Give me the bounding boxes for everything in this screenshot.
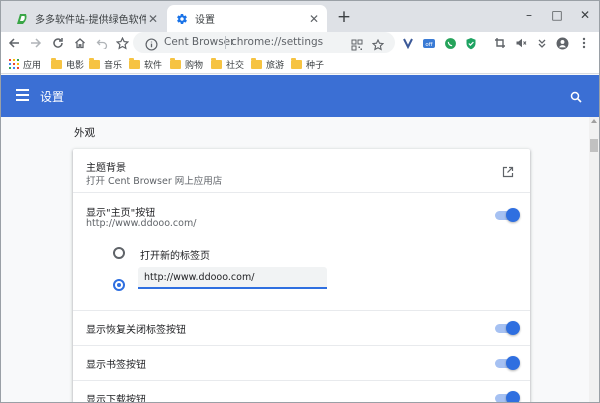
folder-icon — [251, 57, 262, 69]
toggle-knob — [506, 391, 520, 402]
bookmark-label: 旅游 — [266, 60, 285, 71]
toggle-knob — [506, 208, 520, 222]
bookmark-folder[interactable]: 电影 — [51, 57, 84, 71]
download-button-toggle[interactable] — [495, 391, 520, 402]
shield-check-icon[interactable] — [462, 34, 480, 52]
tab-ddooo[interactable]: 多多软件站-提供绿色软件和热门单机 ✕ — [9, 5, 166, 32]
tab-settings[interactable]: 设置 ✕ — [167, 5, 327, 32]
download-button-label: 显示下载按钮 — [86, 395, 146, 403]
radio-new-tab-label: 打开新的标签页 — [140, 251, 210, 262]
back-arrow-icon[interactable] — [5, 34, 23, 52]
more-menu-icon[interactable] — [575, 34, 593, 52]
open-external-icon[interactable] — [502, 163, 516, 178]
bookmark-label: 社交 — [226, 60, 245, 71]
folder-icon — [211, 57, 222, 69]
maximize-button[interactable]: □ — [543, 1, 571, 29]
chevron-down-icon[interactable] — [533, 34, 551, 52]
undo-close-icon[interactable] — [93, 34, 111, 52]
radio-new-tab[interactable] — [113, 247, 125, 259]
home-icon[interactable] — [71, 34, 89, 52]
apps-grid-icon — [9, 59, 19, 69]
bookmark-label: 软件 — [144, 60, 163, 71]
toggle-knob — [506, 321, 520, 335]
scrollbar-thumb[interactable] — [590, 139, 598, 152]
forward-arrow-icon[interactable] — [27, 34, 45, 52]
folder-icon — [291, 57, 302, 69]
bookmark-label: 购物 — [185, 60, 204, 71]
bookmark-folder[interactable]: 旅游 — [251, 57, 284, 71]
new-tab-button[interactable]: + — [335, 7, 353, 27]
bookmark-folder[interactable]: 社交 — [211, 57, 244, 71]
tab-strip: 多多软件站-提供绿色软件和热门单机 ✕ 设置 ✕ + – □ ✕ — [1, 1, 599, 32]
tab-title: 多多软件站-提供绿色软件和热门单机 — [35, 15, 146, 26]
omnibox-star-icon[interactable] — [371, 36, 385, 55]
folder-icon — [129, 57, 140, 69]
bookmark-button-row[interactable]: 显示书签按钮 — [73, 346, 530, 381]
vertical-scrollbar[interactable] — [589, 117, 599, 402]
bookmark-folder[interactable]: 种子 — [291, 57, 324, 71]
toolbar: Cent Browser chrome://settings off — [1, 32, 599, 54]
ddooo-favicon-icon — [15, 12, 29, 26]
home-button-row: 显示"主页"按钮 http://www.ddooo.com/ 打开新的标签页 — [73, 193, 530, 311]
omnibox-divider — [225, 36, 226, 49]
address-bar[interactable]: Cent Browser chrome://settings — [133, 32, 395, 53]
scroll-up-arrow-icon[interactable] — [591, 119, 597, 123]
folder-icon — [170, 57, 181, 69]
bookmark-label: 电影 — [66, 60, 85, 71]
home-url-input[interactable]: http://www.ddooo.com/ — [138, 267, 327, 289]
bookmark-folder[interactable]: 购物 — [170, 57, 203, 71]
page-title: 设置 — [40, 90, 65, 104]
minimize-button[interactable]: – — [515, 1, 543, 29]
whatsapp-icon[interactable] — [441, 34, 459, 52]
off-extension-icon[interactable]: off — [420, 34, 438, 52]
folder-icon — [51, 57, 62, 69]
tab-close-icon[interactable]: ✕ — [307, 12, 321, 26]
settings-header: 设置 — [1, 75, 599, 117]
site-name: Cent Browser — [164, 36, 235, 48]
info-icon[interactable] — [145, 36, 158, 55]
bookmarks-bar: 应用 电影 音乐 软件 购物 社交 旅游 种子 — [1, 54, 599, 74]
hamburger-menu-icon[interactable] — [16, 89, 30, 103]
toggle-knob — [506, 356, 520, 370]
restore-tab-button-row[interactable]: 显示恢复关闭标签按钮 — [73, 311, 530, 346]
url-text[interactable]: chrome://settings — [231, 36, 323, 48]
radio-custom-url[interactable] — [113, 279, 125, 291]
svg-text:off: off — [425, 42, 432, 48]
close-window-button[interactable]: ✕ — [571, 1, 599, 29]
browser-window: 多多软件站-提供绿色软件和热门单机 ✕ 设置 ✕ + – □ ✕ — [0, 0, 600, 403]
vivaldi-v-icon[interactable] — [399, 34, 417, 52]
tab-title: 设置 — [195, 15, 215, 26]
bookmark-button-toggle[interactable] — [495, 356, 520, 370]
bookmark-star-icon[interactable] — [113, 34, 131, 52]
bookmark-label: 音乐 — [104, 60, 123, 71]
theme-row[interactable]: 主题背景 打开 Cent Browser 网上应用店 — [73, 149, 530, 193]
appearance-card: 主题背景 打开 Cent Browser 网上应用店 显示"主页"按钮 http… — [73, 149, 530, 403]
bookmark-button-label: 显示书签按钮 — [86, 360, 146, 371]
bookmark-label: 应用 — [23, 60, 42, 71]
account-avatar-icon[interactable] — [553, 34, 571, 52]
mute-icon[interactable] — [512, 34, 530, 52]
home-button-subtitle: http://www.ddooo.com/ — [86, 218, 197, 229]
theme-subtitle: 打开 Cent Browser 网上应用店 — [86, 176, 223, 187]
search-icon[interactable] — [570, 88, 584, 103]
download-button-row[interactable]: 显示下载按钮 — [73, 381, 530, 403]
bookmark-folder[interactable]: 软件 — [129, 57, 162, 71]
bookmark-apps[interactable]: 应用 — [9, 57, 41, 71]
qr-code-icon[interactable] — [351, 36, 363, 55]
theme-title: 主题背景 — [86, 163, 126, 174]
home-button-title: 显示"主页"按钮 — [86, 208, 156, 219]
restore-tab-button-label: 显示恢复关闭标签按钮 — [86, 325, 186, 336]
crop-icon[interactable] — [491, 34, 509, 52]
restore-tab-button-toggle[interactable] — [495, 321, 520, 335]
tab-close-icon[interactable]: ✕ — [146, 12, 160, 26]
gear-icon — [175, 12, 189, 26]
folder-icon — [89, 57, 100, 69]
home-button-toggle[interactable] — [495, 208, 520, 222]
bookmark-label: 种子 — [306, 60, 325, 71]
reload-icon[interactable] — [49, 34, 67, 52]
bookmark-folder[interactable]: 音乐 — [89, 57, 122, 71]
section-title: 外观 — [74, 127, 95, 139]
settings-content: 外观 主题背景 打开 Cent Browser 网上应用店 显示"主页"按钮 h… — [1, 117, 589, 403]
